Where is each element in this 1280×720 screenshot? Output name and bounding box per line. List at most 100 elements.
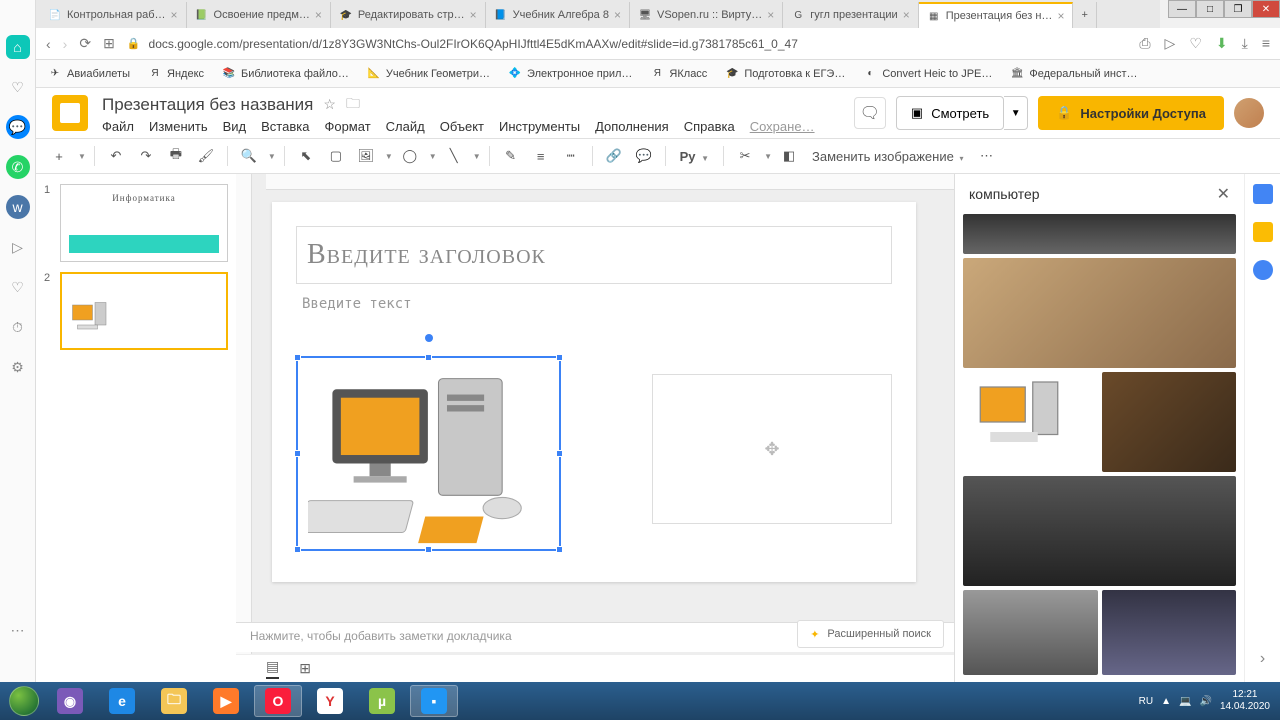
tray-network-icon[interactable]: 💻	[1179, 696, 1191, 707]
new-slide-button[interactable]: +	[46, 143, 72, 169]
star-icon[interactable]: ☆	[323, 96, 336, 113]
image-result[interactable]	[963, 258, 1236, 368]
image-result[interactable]	[963, 476, 1236, 586]
comment-button[interactable]: 💬	[631, 143, 657, 169]
whatsapp-icon[interactable]: ✆	[6, 155, 30, 179]
grid-view-button[interactable]: ⊞	[299, 660, 311, 677]
menu-item[interactable]: Слайд	[386, 119, 425, 134]
bookmark-item[interactable]: 🎓Подготовка к ЕГЭ…	[725, 67, 845, 81]
present-dropdown[interactable]: ▼	[1004, 96, 1028, 130]
heart-icon[interactable]: ♡	[6, 275, 30, 299]
bookmark-item[interactable]: 📐Учебник Геометри…	[367, 67, 490, 81]
more-icon[interactable]: ⋯	[6, 618, 30, 642]
shape-tool[interactable]: ◯	[397, 143, 423, 169]
bookmark-item[interactable]: 🏛Федеральный инст…	[1010, 67, 1137, 81]
close-tab-icon[interactable]: ×	[1057, 9, 1064, 23]
task-item[interactable]: e	[98, 685, 146, 717]
select-tool[interactable]: ⬉	[293, 143, 319, 169]
tray-flag-icon[interactable]: ▲	[1161, 696, 1171, 707]
task-item[interactable]: 🗀	[150, 685, 198, 717]
close-tab-icon[interactable]: ×	[614, 8, 621, 22]
advanced-search-button[interactable]: ✦ Расширенный поиск	[797, 620, 944, 648]
minimize-button[interactable]: —	[1168, 0, 1196, 18]
image-result[interactable]	[1102, 372, 1237, 472]
messenger-icon[interactable]: 💬	[6, 115, 30, 139]
screenshot-icon[interactable]: ⎙	[1139, 35, 1150, 52]
mask-button[interactable]: ◧	[776, 143, 802, 169]
comments-button[interactable]: 🗨	[854, 97, 886, 129]
start-button[interactable]	[4, 685, 44, 717]
menu-item[interactable]: Инструменты	[499, 119, 580, 134]
calendar-icon[interactable]	[1253, 184, 1273, 204]
opera-home-icon[interactable]: ⌂	[6, 35, 30, 59]
link-button[interactable]: 🔗	[601, 143, 627, 169]
slide-thumb-2[interactable]	[60, 272, 228, 350]
image-result[interactable]	[1102, 590, 1237, 675]
browser-tab[interactable]: ▦Презентация без н…×	[919, 2, 1074, 28]
browser-tab[interactable]: 📄Контрольная раб…×	[40, 2, 187, 28]
task-item[interactable]: ▪	[410, 685, 458, 717]
browser-tab[interactable]: 🎓Редактировать стр…×	[331, 2, 486, 28]
bookmark-item[interactable]: ◐Convert Heic to JPE…	[863, 67, 992, 81]
close-tab-icon[interactable]: ×	[767, 8, 774, 22]
image-tool[interactable]: 🖼	[353, 143, 379, 169]
menu-item[interactable]: Файл	[102, 119, 134, 134]
task-item[interactable]: ▶	[202, 685, 250, 717]
hide-side-panel-button[interactable]: ›	[1253, 650, 1273, 670]
browser-tab[interactable]: 📘Учебник Алгебра 8×	[486, 2, 630, 28]
document-title[interactable]: Презентация без названия	[102, 95, 313, 115]
vk-icon[interactable]: w	[6, 195, 30, 219]
resize-handle[interactable]	[556, 354, 563, 361]
present-button[interactable]: ▣ Смотреть	[896, 96, 1004, 130]
bookmark-item[interactable]: 📚Библиотека файло…	[222, 67, 349, 81]
slide-canvas[interactable]: Введите заголовок Введите текст	[272, 202, 916, 582]
share-button[interactable]: 🔒 Настройки Доступа	[1038, 96, 1224, 130]
border-color-button[interactable]: ✎	[498, 143, 524, 169]
heart-addr-icon[interactable]: ♡	[1189, 35, 1202, 52]
paint-format-button[interactable]: 🖌	[193, 143, 219, 169]
more-toolbar-button[interactable]: ⋯	[973, 143, 999, 169]
slide-thumb-1[interactable]: Информатика	[60, 184, 228, 262]
reload-button[interactable]: ⟳	[79, 35, 91, 52]
forward-button[interactable]: ›	[63, 36, 68, 52]
new-tab-button[interactable]: +	[1073, 2, 1096, 28]
bookmark-item[interactable]: ✈Авиабилеты	[48, 67, 130, 81]
bookmark-item[interactable]: 💠Электронное прил…	[508, 67, 632, 81]
browser-tab[interactable]: Gгугл презентации×	[783, 2, 918, 28]
image-placeholder[interactable]: ✥	[652, 374, 892, 524]
bookmark-item[interactable]: ЯЯндекс	[148, 67, 204, 81]
menu-item[interactable]: Вид	[223, 119, 247, 134]
close-tab-icon[interactable]: ×	[470, 8, 477, 22]
resize-handle[interactable]	[294, 450, 301, 457]
play-icon[interactable]: ▷	[6, 235, 30, 259]
close-tab-icon[interactable]: ×	[315, 8, 322, 22]
task-item[interactable]: µ	[358, 685, 406, 717]
account-avatar[interactable]	[1234, 98, 1264, 128]
maximize-button[interactable]: □	[1196, 0, 1224, 18]
bookmark-item[interactable]: ЯЯКласс	[650, 67, 707, 81]
browser-tab[interactable]: 📗Освоение предм…×	[187, 2, 331, 28]
image-result[interactable]	[963, 590, 1098, 675]
browser-tab[interactable]: 🖥VSopen.ru :: Вирту…×	[630, 2, 783, 28]
print-button[interactable]: 🖶	[163, 143, 189, 169]
rotate-handle[interactable]	[425, 334, 433, 342]
title-placeholder[interactable]: Введите заголовок	[296, 226, 892, 284]
close-window-button[interactable]: ✕	[1252, 0, 1280, 18]
tray-lang[interactable]: RU	[1139, 696, 1153, 707]
menu-item[interactable]: Изменить	[149, 119, 208, 134]
font-button[interactable]: Ру ▼	[674, 149, 715, 164]
menu-item[interactable]: Справка	[684, 119, 735, 134]
task-opera[interactable]: O	[254, 685, 302, 717]
border-dash-button[interactable]: ┉	[558, 143, 584, 169]
redo-button[interactable]: ↷	[133, 143, 159, 169]
menu-item[interactable]: Дополнения	[595, 119, 669, 134]
menu-item[interactable]: Объект	[440, 119, 484, 134]
close-tab-icon[interactable]: ×	[171, 8, 178, 22]
move-folder-icon[interactable]: 🗀	[346, 93, 360, 117]
task-item[interactable]: ◉	[46, 685, 94, 717]
explore-search-term[interactable]: компьютер	[969, 186, 1217, 202]
menu-item[interactable]: Вставка	[261, 119, 309, 134]
close-tab-icon[interactable]: ×	[903, 8, 910, 22]
tray-volume-icon[interactable]: 🔊	[1199, 696, 1211, 707]
filmstrip-view-button[interactable]: ▤	[266, 658, 279, 679]
